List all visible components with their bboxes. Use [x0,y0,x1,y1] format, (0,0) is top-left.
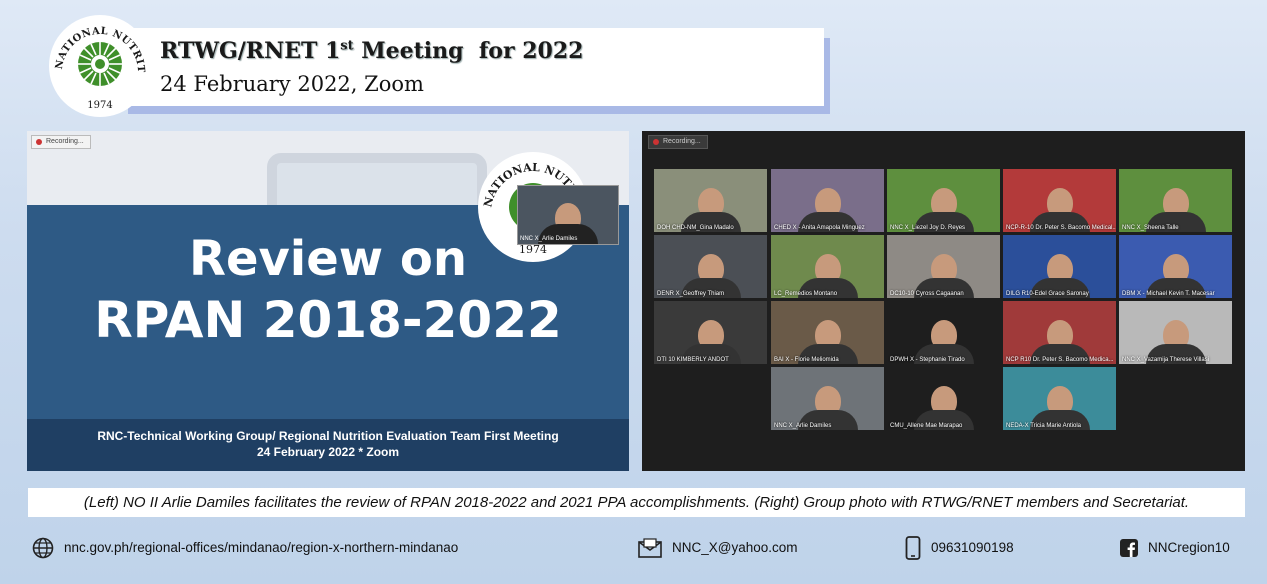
recording-indicator: Recording... [648,135,708,149]
phone-text: 09631090198 [931,540,1014,555]
participant-name-label: DILG R10-Edel Grace Saronay [1006,291,1089,297]
participant-name-label: NNC X_Arlie Damiles [774,423,832,429]
presenter-video-tile: NNC X_Arlie Damiles [517,185,619,245]
photo-caption-box: (Left) NO II Arlie Damiles facilitates t… [28,488,1245,517]
header-banner: RTWG/RNET 1st Meeting for 2022 24 Februa… [116,28,824,106]
facebook-icon [1120,539,1138,558]
slide-footer-line1: RNC-Technical Working Group/ Regional Nu… [97,429,559,443]
presenter-name-label: NNC X_Arlie Damiles [520,236,578,242]
participant-tile: NEDA-X Tricia Marie Antiola [1003,367,1116,430]
participant-tile: LC_Remedios Montano [771,235,884,298]
participant-tile: NNC X_Arlie Damiles [771,367,884,430]
participant-name-label: DOH CHD-NM_Gina Madalo [657,225,734,231]
participant-tile: DOH CHD-NM_Gina Madalo [654,169,767,232]
participant-name-label: DBM X - Michael Kevin T. Macesar [1122,291,1215,297]
participant-tile: NNC X_Sheena Talle [1119,169,1232,232]
participant-name-label: DC10-10 Cyross Cagaanan [890,291,964,297]
globe-icon [32,538,54,559]
page-subtitle: 24 February 2022, Zoom [160,72,424,96]
participant-name-label: NNC X_Sheena Talle [1122,225,1179,231]
recording-indicator: Recording... [31,135,91,149]
participant-tile: DENR X_Geoffrey Thiam [654,235,767,298]
logo-year: 1974 [87,100,112,111]
slide-footer: RNC-Technical Working Group/ Regional Nu… [27,419,629,471]
participant-tile: DTI 10 KIMBERLY ANDOT [654,301,767,364]
photo-caption: (Left) NO II Arlie Damiles facilitates t… [83,494,1190,511]
footer-website[interactable]: nnc.gov.ph/regional-offices/mindanao/reg… [32,536,458,560]
participant-name-label: NCP R10 Dr. Peter S. Bacomo Medica... [1006,357,1114,363]
participant-tile: NCP R10 Dr. Peter S. Bacomo Medica... [1003,301,1116,364]
participant-tile: NNC X_Vazamija Therese Villasi [1119,301,1232,364]
participant-tile: BAI X - Florie Meliomida [771,301,884,364]
footer-email[interactable]: NNC_X@yahoo.com [638,536,798,560]
participant-name-label: DENR X_Geoffrey Thiam [657,291,725,297]
participant-tile: NCP-R-10 Dr. Peter S. Bacomo Medical... [1003,169,1116,232]
participant-name-label: DPWH X - Stephanie Tirado [890,357,965,363]
participant-name-label: DTI 10 KIMBERLY ANDOT [657,357,729,363]
email-text: NNC_X@yahoo.com [672,540,798,555]
website-text: nnc.gov.ph/regional-offices/mindanao/reg… [64,540,459,555]
zoom-gallery-screenshot: Recording... DOH CHD-NM_Gina Madalo CHED … [642,131,1245,471]
participant-name-label: NCP-R-10 Dr. Peter S. Bacomo Medical... [1006,225,1116,231]
participant-tile: NNC X_Liezel Joy D. Reyes [887,169,1000,232]
participant-name-label: LC_Remedios Montano [774,291,838,297]
participant-name-label: BAI X - Florie Meliomida [774,357,839,363]
slide-title-line2: RPAN 2018-2022 [94,291,562,349]
participant-tile: CMU_Allene Mae Marapao [887,367,1000,430]
phone-icon [905,536,921,561]
footer-phone[interactable]: 09631090198 [905,536,1014,561]
slide-footer-line2: 24 February 2022 * Zoom [256,445,400,459]
page-title: RTWG/RNET 1st Meeting for 2022 [160,38,584,64]
participant-tile: DPWH X - Stephanie Tirado [887,301,1000,364]
participant-tile: DBM X - Michael Kevin T. Macesar [1119,235,1232,298]
footer-facebook[interactable]: NNCregion10 [1120,536,1230,560]
participant-name-label: CMU_Allene Mae Marapao [890,423,963,429]
nnc-logo-icon: NATIONAL NUTRITION COUNCIL 1974 [48,14,151,117]
participant-name-label: NNC X_Vazamija Therese Villasi [1122,357,1210,363]
presentation-screenshot: Review on RPAN 2018-2022 RNC-Technical W… [27,131,629,471]
participant-tile: DC10-10 Cyross Cagaanan [887,235,1000,298]
mail-icon [638,538,662,559]
participant-name-label: CHED X - Anita Amapola Minguez [774,225,865,231]
participant-name-label: NNC X_Liezel Joy D. Reyes [890,225,966,231]
participant-name-label: NEDA-X Tricia Marie Antiola [1006,423,1082,429]
participant-tile: DILG R10-Edel Grace Saronay [1003,235,1116,298]
participant-tile: CHED X - Anita Amapola Minguez [771,169,884,232]
facebook-text: NNCregion10 [1148,540,1230,555]
